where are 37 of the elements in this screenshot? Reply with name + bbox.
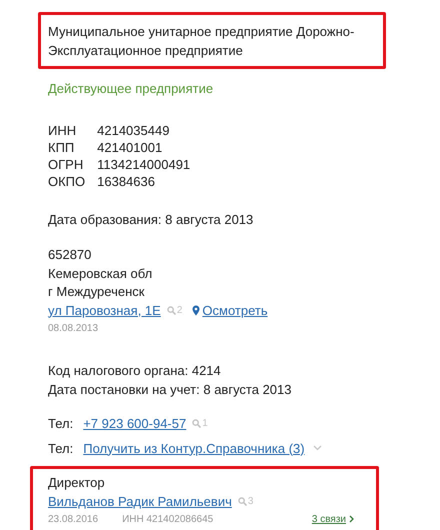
director-date: 23.08.2016 (48, 512, 98, 526)
mention-count: 1 (202, 418, 208, 428)
company-name: Муниципальное унитарное предприятие Дорожно-Эксплуатационное предприятие (48, 24, 354, 58)
map-pin-icon (192, 305, 200, 316)
code-value: 1134214000491 (97, 156, 192, 173)
code-value: 421401001 (97, 139, 164, 156)
phone-label: Тел: (48, 440, 74, 456)
code-label: ОКПО (48, 173, 86, 190)
chevron-right-icon (349, 515, 354, 523)
map-link[interactable]: Осмотреть (192, 302, 268, 320)
tax-info: Дата постановки на учет: 8 августа 2013 (48, 380, 292, 398)
connections-link[interactable]: 3 связи (312, 510, 354, 528)
address-line: Кемеровская обл (48, 264, 154, 283)
status-label: Действующее предприятие (48, 81, 214, 96)
address-line: 652870 (48, 246, 92, 264)
founded-date: Дата образования: 8 августа 2013 (48, 212, 254, 227)
address-date: 08.08.2013 (48, 322, 100, 336)
chevron-down-icon[interactable] (312, 445, 322, 451)
code-label: ОГРН (48, 156, 84, 173)
code-label: ИНН (48, 122, 78, 139)
search-icon (192, 418, 202, 428)
mention-count: 3 (248, 494, 254, 508)
address-line: г Междуреченск (48, 283, 146, 301)
director-role: Директор (48, 474, 106, 492)
search-icon (166, 306, 176, 316)
director-inn: ИНН 421402086645 (122, 512, 214, 526)
director-name-link[interactable]: Вильданов Радик Рамильевич (48, 492, 232, 510)
phone-link[interactable]: +7 923 600-94-57 (83, 416, 186, 430)
tax-info: Код налогового органа: 4214 (48, 362, 222, 380)
search-icon (238, 496, 247, 506)
mention-count: 2 (176, 304, 182, 318)
phone-link[interactable]: Получить из Контур.Справочника (3) (83, 440, 305, 456)
code-value: 16384636 (97, 173, 156, 190)
code-value: 4214035449 (97, 122, 170, 139)
code-label: КПП (48, 139, 76, 156)
phone-label: Тел: (48, 416, 74, 430)
street-link[interactable]: ул Паровозная, 1Е (48, 302, 161, 320)
